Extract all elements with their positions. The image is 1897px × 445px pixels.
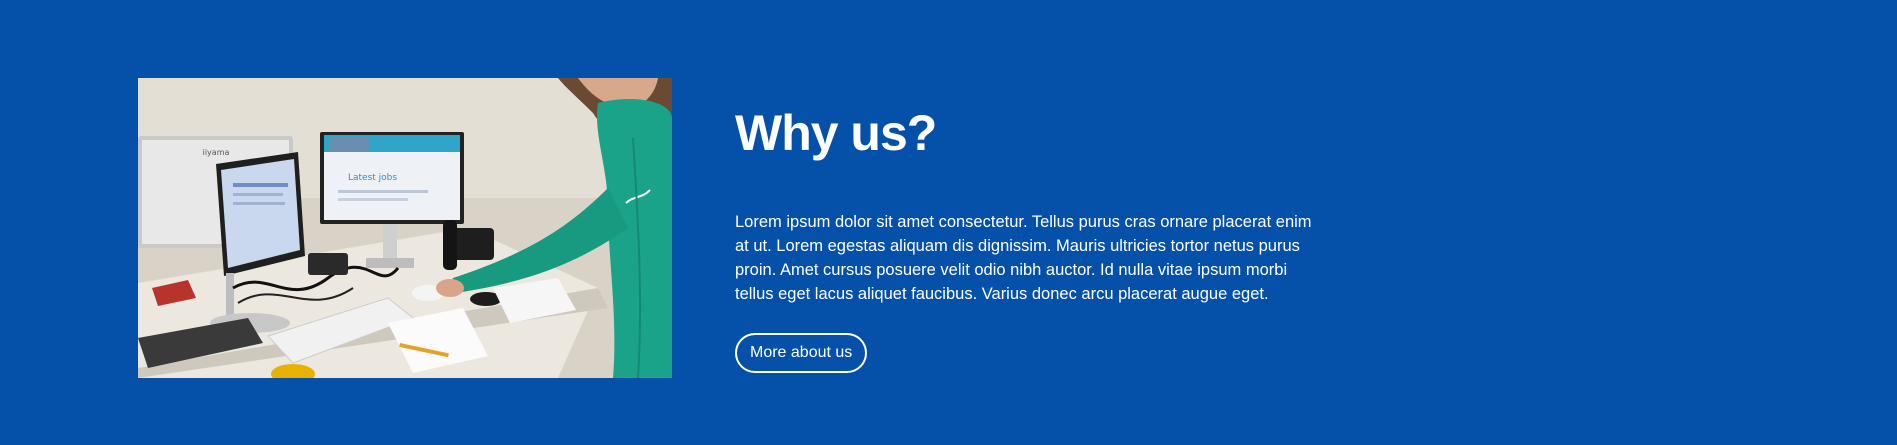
office-photo-illustration: iiyama Latest jobs <box>138 78 672 378</box>
more-about-us-button[interactable]: More about us <box>735 333 868 373</box>
why-us-content: Why us? Lorem ipsum dolor sit amet conse… <box>735 98 1325 373</box>
screen-headline: Latest jobs <box>348 173 397 183</box>
monitor-brand-label: iiyama <box>203 148 230 157</box>
why-us-section: iiyama Latest jobs Why us? Lorem ipsum d… <box>0 0 1897 445</box>
office-photo: iiyama Latest jobs <box>138 78 672 378</box>
section-description: Lorem ipsum dolor sit amet consectetur. … <box>735 213 1312 303</box>
section-heading: Why us? <box>735 105 937 161</box>
